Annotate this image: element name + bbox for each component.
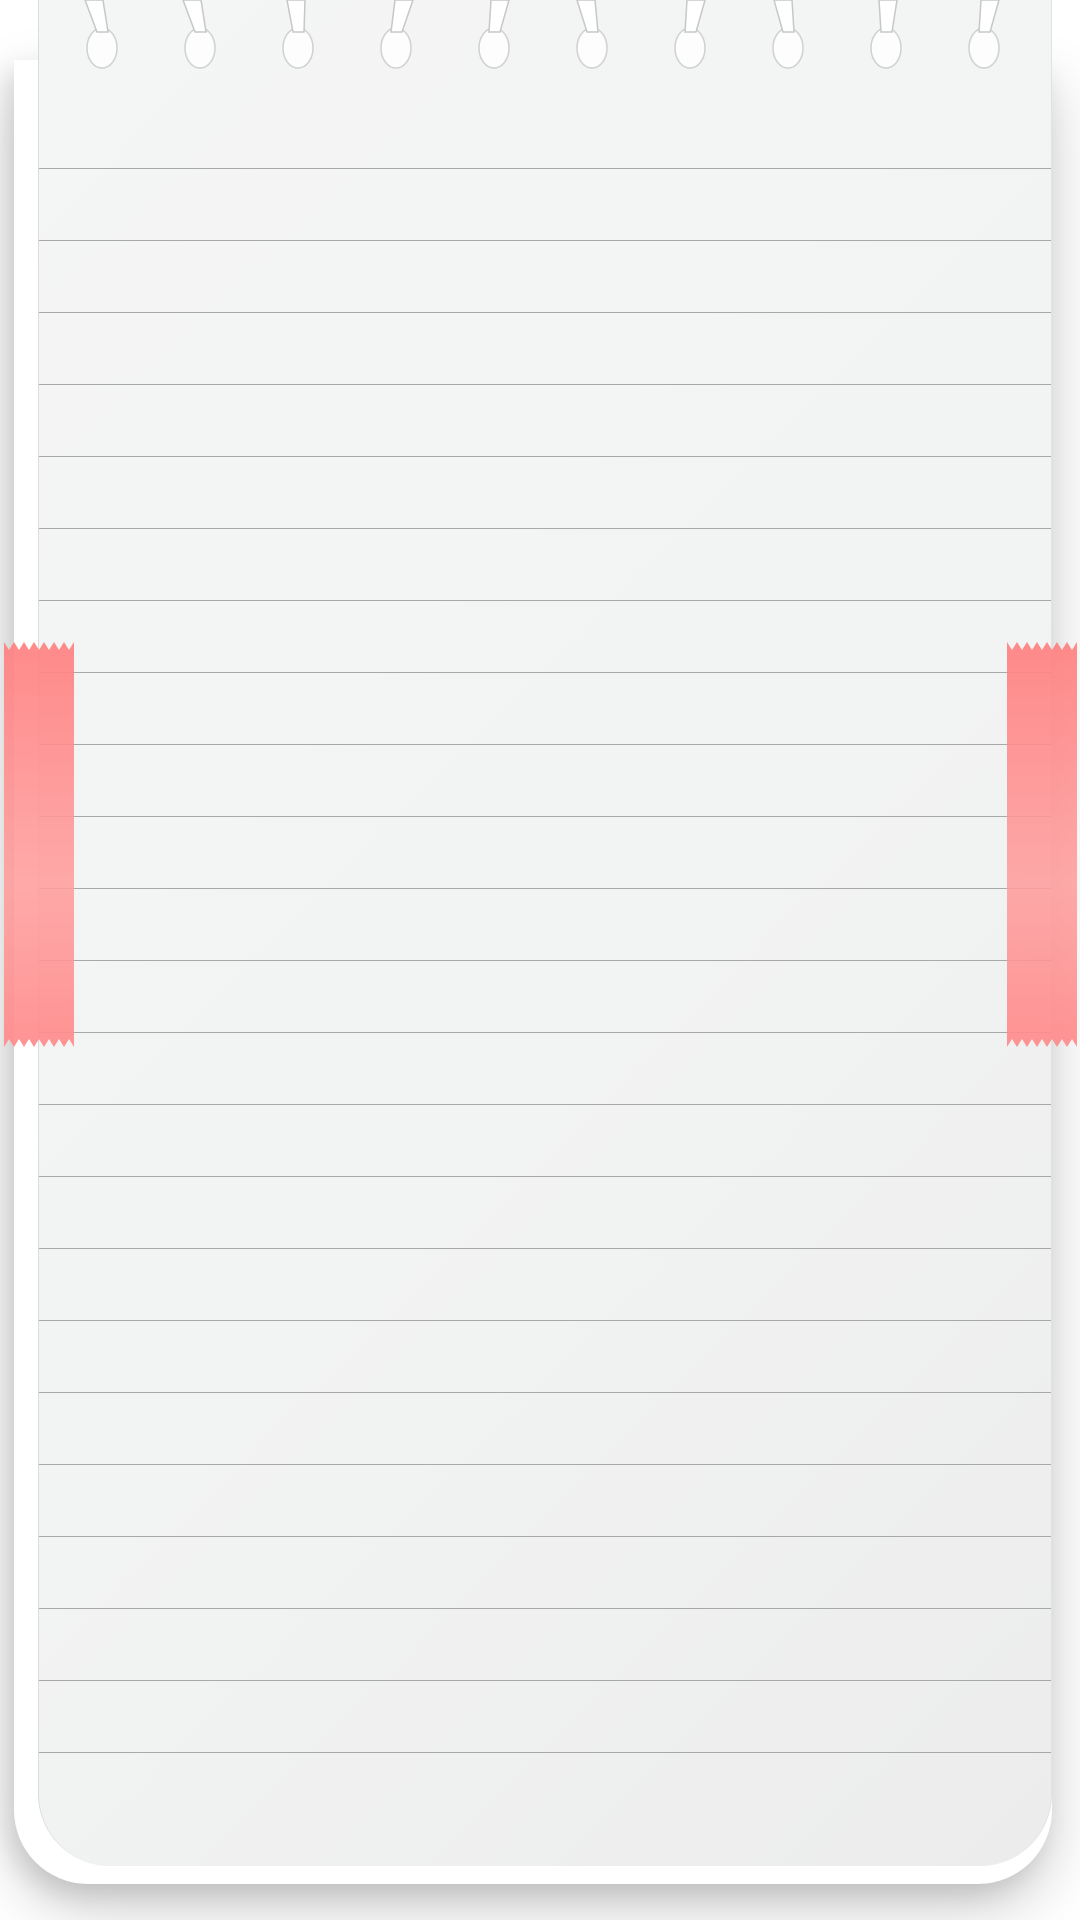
ruled-line <box>39 456 1051 457</box>
spiral-ring <box>772 0 804 69</box>
punch-hole <box>380 27 412 69</box>
punch-hole <box>86 27 118 69</box>
ruled-line <box>39 1320 1051 1321</box>
notepad-page <box>38 0 1052 1866</box>
ruled-line <box>39 1392 1051 1393</box>
spiral-ring <box>478 0 510 69</box>
ruled-line <box>39 1464 1051 1465</box>
ruled-line <box>39 1536 1051 1537</box>
spiral-wire <box>286 0 306 33</box>
ruled-line <box>39 1608 1051 1609</box>
ruled-line <box>39 744 1051 745</box>
spiral-wire <box>182 0 207 33</box>
punch-hole <box>576 27 608 69</box>
spiral-wire <box>390 0 414 33</box>
ruled-line <box>39 1032 1051 1033</box>
spiral-ring <box>968 0 1000 69</box>
notepad-scene <box>0 0 1080 1920</box>
ruled-line <box>39 816 1051 817</box>
spiral-wire <box>576 0 599 33</box>
spiral-ring <box>282 0 314 69</box>
ruled-line <box>39 528 1051 529</box>
spiral-ring <box>84 0 118 69</box>
tape-strip-left <box>4 642 74 1047</box>
ruled-line <box>39 312 1051 313</box>
punch-hole <box>282 27 314 69</box>
ruled-line <box>39 168 1051 169</box>
spiral-ring <box>576 0 608 69</box>
punch-hole <box>478 27 510 69</box>
spiral-ring <box>380 0 414 69</box>
ruled-line <box>39 384 1051 385</box>
ruled-line <box>39 1680 1051 1681</box>
ruled-lines <box>39 0 1051 1866</box>
ruled-line <box>39 672 1051 673</box>
spiral-wire <box>684 0 706 33</box>
spiral-wire <box>878 0 898 33</box>
punch-hole <box>674 27 706 69</box>
punch-hole <box>184 27 216 69</box>
spiral-wire <box>773 0 795 33</box>
tape-strip-right <box>1007 642 1077 1047</box>
punch-hole <box>870 27 902 69</box>
ruled-line <box>39 960 1051 961</box>
ruled-line <box>39 1248 1051 1249</box>
spiral-wire <box>978 0 1000 33</box>
spiral-wire <box>488 0 510 33</box>
ruled-line <box>39 1104 1051 1105</box>
punch-hole <box>772 27 804 69</box>
spiral-ring <box>182 0 216 69</box>
spiral-ring <box>870 0 902 69</box>
ruled-line <box>39 240 1051 241</box>
spiral-wire <box>84 0 109 33</box>
spiral-binding <box>84 0 1000 69</box>
ruled-line <box>39 888 1051 889</box>
ruled-line <box>39 1176 1051 1177</box>
punch-hole <box>968 27 1000 69</box>
ruled-line <box>39 600 1051 601</box>
tape-shape <box>4 642 74 1047</box>
tape-shape <box>1007 642 1077 1047</box>
ruled-line <box>39 1752 1051 1753</box>
spiral-ring <box>674 0 706 69</box>
